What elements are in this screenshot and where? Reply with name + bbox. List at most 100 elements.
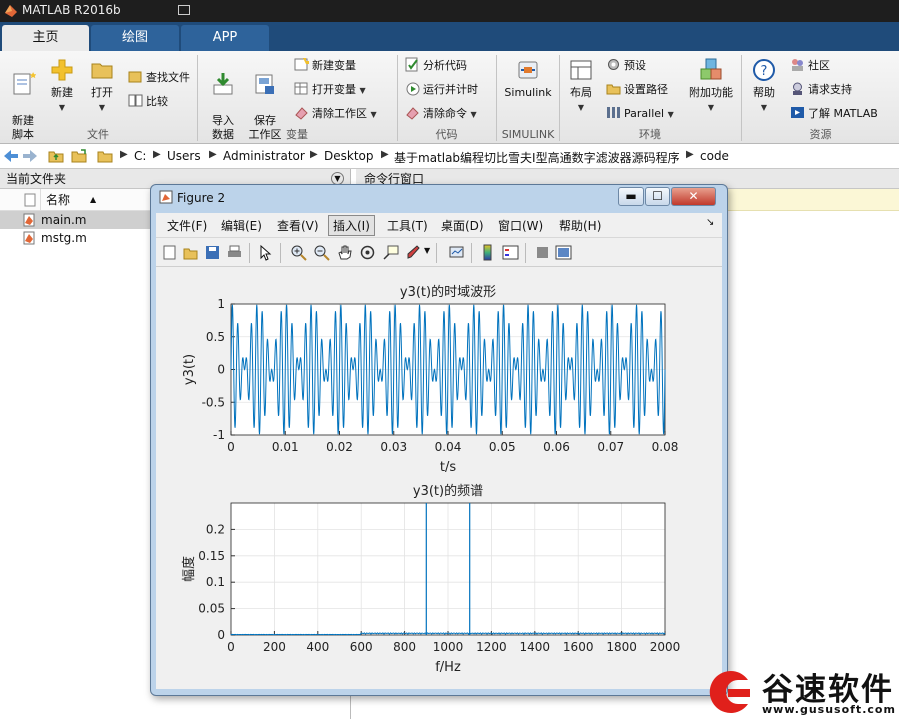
- browse-folder-icon[interactable]: [71, 149, 87, 163]
- x-tick-label: 0.06: [543, 440, 570, 454]
- parallel-button[interactable]: Parallel ▼: [606, 105, 674, 123]
- minimize-button[interactable]: ▬: [618, 187, 644, 206]
- layout-button[interactable]: 布局 ▼: [565, 57, 597, 115]
- menu-insert[interactable]: 插入(I): [328, 215, 375, 236]
- ribbon-toolbar: 新建 脚本 新建 ▼ 打开 ▼ 查找文件 比较 文件 导入 数据 保存 工作区 新建…: [0, 51, 899, 144]
- column-name: 名称: [46, 193, 71, 207]
- show-plot-tools-icon[interactable]: [555, 244, 572, 261]
- legend-icon[interactable]: [502, 244, 519, 261]
- menu-window[interactable]: 窗口(W): [498, 217, 543, 234]
- y-tick-label: -1: [213, 428, 225, 442]
- x-tick-label: 0.03: [380, 440, 407, 454]
- rotate-icon[interactable]: [359, 244, 376, 261]
- data-cursor-icon[interactable]: [382, 244, 399, 261]
- layout-icon: [570, 60, 592, 80]
- menu-dock-arrow-icon[interactable]: ↘: [706, 217, 714, 228]
- open-dropdown-icon[interactable]: ▼: [99, 103, 105, 112]
- breadcrumb-code[interactable]: code: [700, 149, 729, 163]
- tab-home[interactable]: 主页: [2, 25, 89, 51]
- new-button[interactable]: 新建 ▼: [46, 57, 78, 115]
- menu-help[interactable]: 帮助(H): [559, 217, 601, 234]
- community-button[interactable]: 社区: [790, 57, 830, 75]
- zoom-out-icon[interactable]: [313, 244, 330, 261]
- open-button[interactable]: 打开 ▼: [86, 57, 118, 115]
- figure-window[interactable]: Figure 2 ▬ ☐ ✕ 文件(F) 编辑(E) 查看(V) 插入(I) 工…: [150, 184, 728, 696]
- clear-workspace-dropdown-icon[interactable]: ▼: [371, 110, 377, 119]
- open-variable-dropdown-icon[interactable]: ▼: [360, 86, 366, 95]
- pointer-icon[interactable]: [257, 244, 274, 261]
- colorbar-icon[interactable]: [479, 244, 496, 261]
- parallel-dropdown-icon[interactable]: ▼: [668, 110, 674, 119]
- print-icon[interactable]: [226, 244, 243, 261]
- new-figure-icon[interactable]: [161, 244, 178, 261]
- menu-edit[interactable]: 编辑(E): [221, 217, 262, 234]
- breadcrumb-drive[interactable]: C:: [134, 149, 146, 163]
- y-tick-label: 0.5: [206, 330, 225, 344]
- preferences-button[interactable]: 预设: [606, 57, 646, 75]
- watermark-logo-icon: [709, 671, 750, 713]
- analyze-code-button[interactable]: 分析代码: [405, 57, 467, 75]
- tab-apps[interactable]: APP: [181, 25, 269, 51]
- maximize-button[interactable]: ☐: [645, 187, 670, 206]
- menu-view[interactable]: 查看(V): [277, 217, 319, 234]
- help-button[interactable]: ? 帮助 ▼: [748, 57, 780, 115]
- simulink-button[interactable]: Simulink: [502, 57, 554, 100]
- matlab-file-icon: [23, 231, 35, 245]
- help-dropdown-icon[interactable]: ▼: [761, 103, 767, 112]
- link-plot-icon[interactable]: [448, 244, 465, 261]
- x-tick-label: 1400: [520, 640, 551, 654]
- addons-button[interactable]: 附加功能 ▼: [686, 57, 736, 115]
- clear-workspace-button[interactable]: 清除工作区 ▼: [294, 105, 377, 123]
- zoom-in-icon[interactable]: [290, 244, 307, 261]
- maximize-icon[interactable]: [178, 5, 190, 15]
- pan-hand-icon[interactable]: [336, 244, 353, 261]
- clear-commands-button[interactable]: 清除命令 ▼: [405, 105, 477, 123]
- axes-time-domain[interactable]: 0 0.01 0.02 0.03 0.04 0.05 0.06 0.07 0.08 1 0.5 0 -0…: [182, 284, 678, 475]
- menu-tools[interactable]: 工具(T): [387, 217, 428, 234]
- open-variable-label: 打开变量: [312, 83, 356, 96]
- breadcrumb-desktop[interactable]: Desktop: [324, 149, 374, 163]
- brush-icon[interactable]: [405, 244, 422, 261]
- save-icon[interactable]: [204, 244, 221, 261]
- figure-canvas[interactable]: 0 0.01 0.02 0.03 0.04 0.05 0.06 0.07 0.08 1 0.5 0 -0…: [156, 267, 722, 689]
- find-files-button[interactable]: 查找文件: [128, 69, 190, 87]
- back-arrow-icon[interactable]: [3, 149, 19, 163]
- addons-dropdown-icon[interactable]: ▼: [708, 103, 714, 112]
- compare-button[interactable]: 比较: [128, 93, 168, 111]
- tab-plots[interactable]: 绘图: [91, 25, 179, 51]
- group-label-variable: 变量: [286, 128, 308, 141]
- breadcrumb-project-folder[interactable]: 基于matlab编程切比雪夫I型高通数字滤波器源码程序: [394, 149, 680, 166]
- breadcrumb-administrator[interactable]: Administrator: [223, 149, 305, 163]
- new-variable-label: 新建变量: [312, 59, 356, 72]
- breadcrumb-users[interactable]: Users: [167, 149, 201, 163]
- up-folder-icon[interactable]: [48, 149, 64, 163]
- new-variable-button[interactable]: 新建变量: [294, 57, 356, 75]
- clear-workspace-label: 清除工作区: [312, 107, 367, 120]
- set-path-button[interactable]: 设置路径: [606, 81, 668, 99]
- request-support-button[interactable]: 请求支持: [790, 81, 852, 99]
- group-label-file: 文件: [87, 128, 109, 141]
- hide-plot-tools-icon[interactable]: [534, 244, 551, 261]
- y-axis-label: y3(t): [182, 354, 197, 385]
- simulink-icon: [518, 61, 538, 79]
- gear-icon: [608, 59, 619, 70]
- open-file-icon[interactable]: [182, 244, 199, 261]
- new-dropdown-icon[interactable]: ▼: [59, 103, 65, 112]
- x-tick-label: 1000: [433, 640, 464, 654]
- open-variable-button[interactable]: 打开变量 ▼: [294, 81, 366, 99]
- run-and-time-button[interactable]: 运行并计时: [405, 81, 478, 99]
- clear-commands-label: 清除命令: [423, 107, 467, 120]
- close-button[interactable]: ✕: [671, 187, 716, 206]
- x-tick-label: 0.01: [272, 440, 299, 454]
- clear-commands-dropdown-icon[interactable]: ▼: [471, 110, 477, 119]
- plot-area[interactable]: 0 0.01 0.02 0.03 0.04 0.05 0.06 0.07 0.08 1 0.5 0 -0…: [156, 267, 722, 689]
- menu-desktop[interactable]: 桌面(D): [441, 217, 484, 234]
- toolbar-divider: [249, 243, 250, 263]
- forward-arrow-icon[interactable]: [22, 149, 38, 163]
- menu-file[interactable]: 文件(F): [167, 217, 207, 234]
- learn-matlab-button[interactable]: 了解 MATLAB: [790, 105, 878, 123]
- layout-dropdown-icon[interactable]: ▼: [578, 103, 584, 112]
- brush-dropdown-icon[interactable]: ▼: [424, 246, 430, 255]
- axes-spectrum[interactable]: 0 200 400 600 800 1000 1200 1400 1600 1800 2000 0.2…: [181, 483, 680, 675]
- addons-label: 附加功能: [689, 86, 733, 99]
